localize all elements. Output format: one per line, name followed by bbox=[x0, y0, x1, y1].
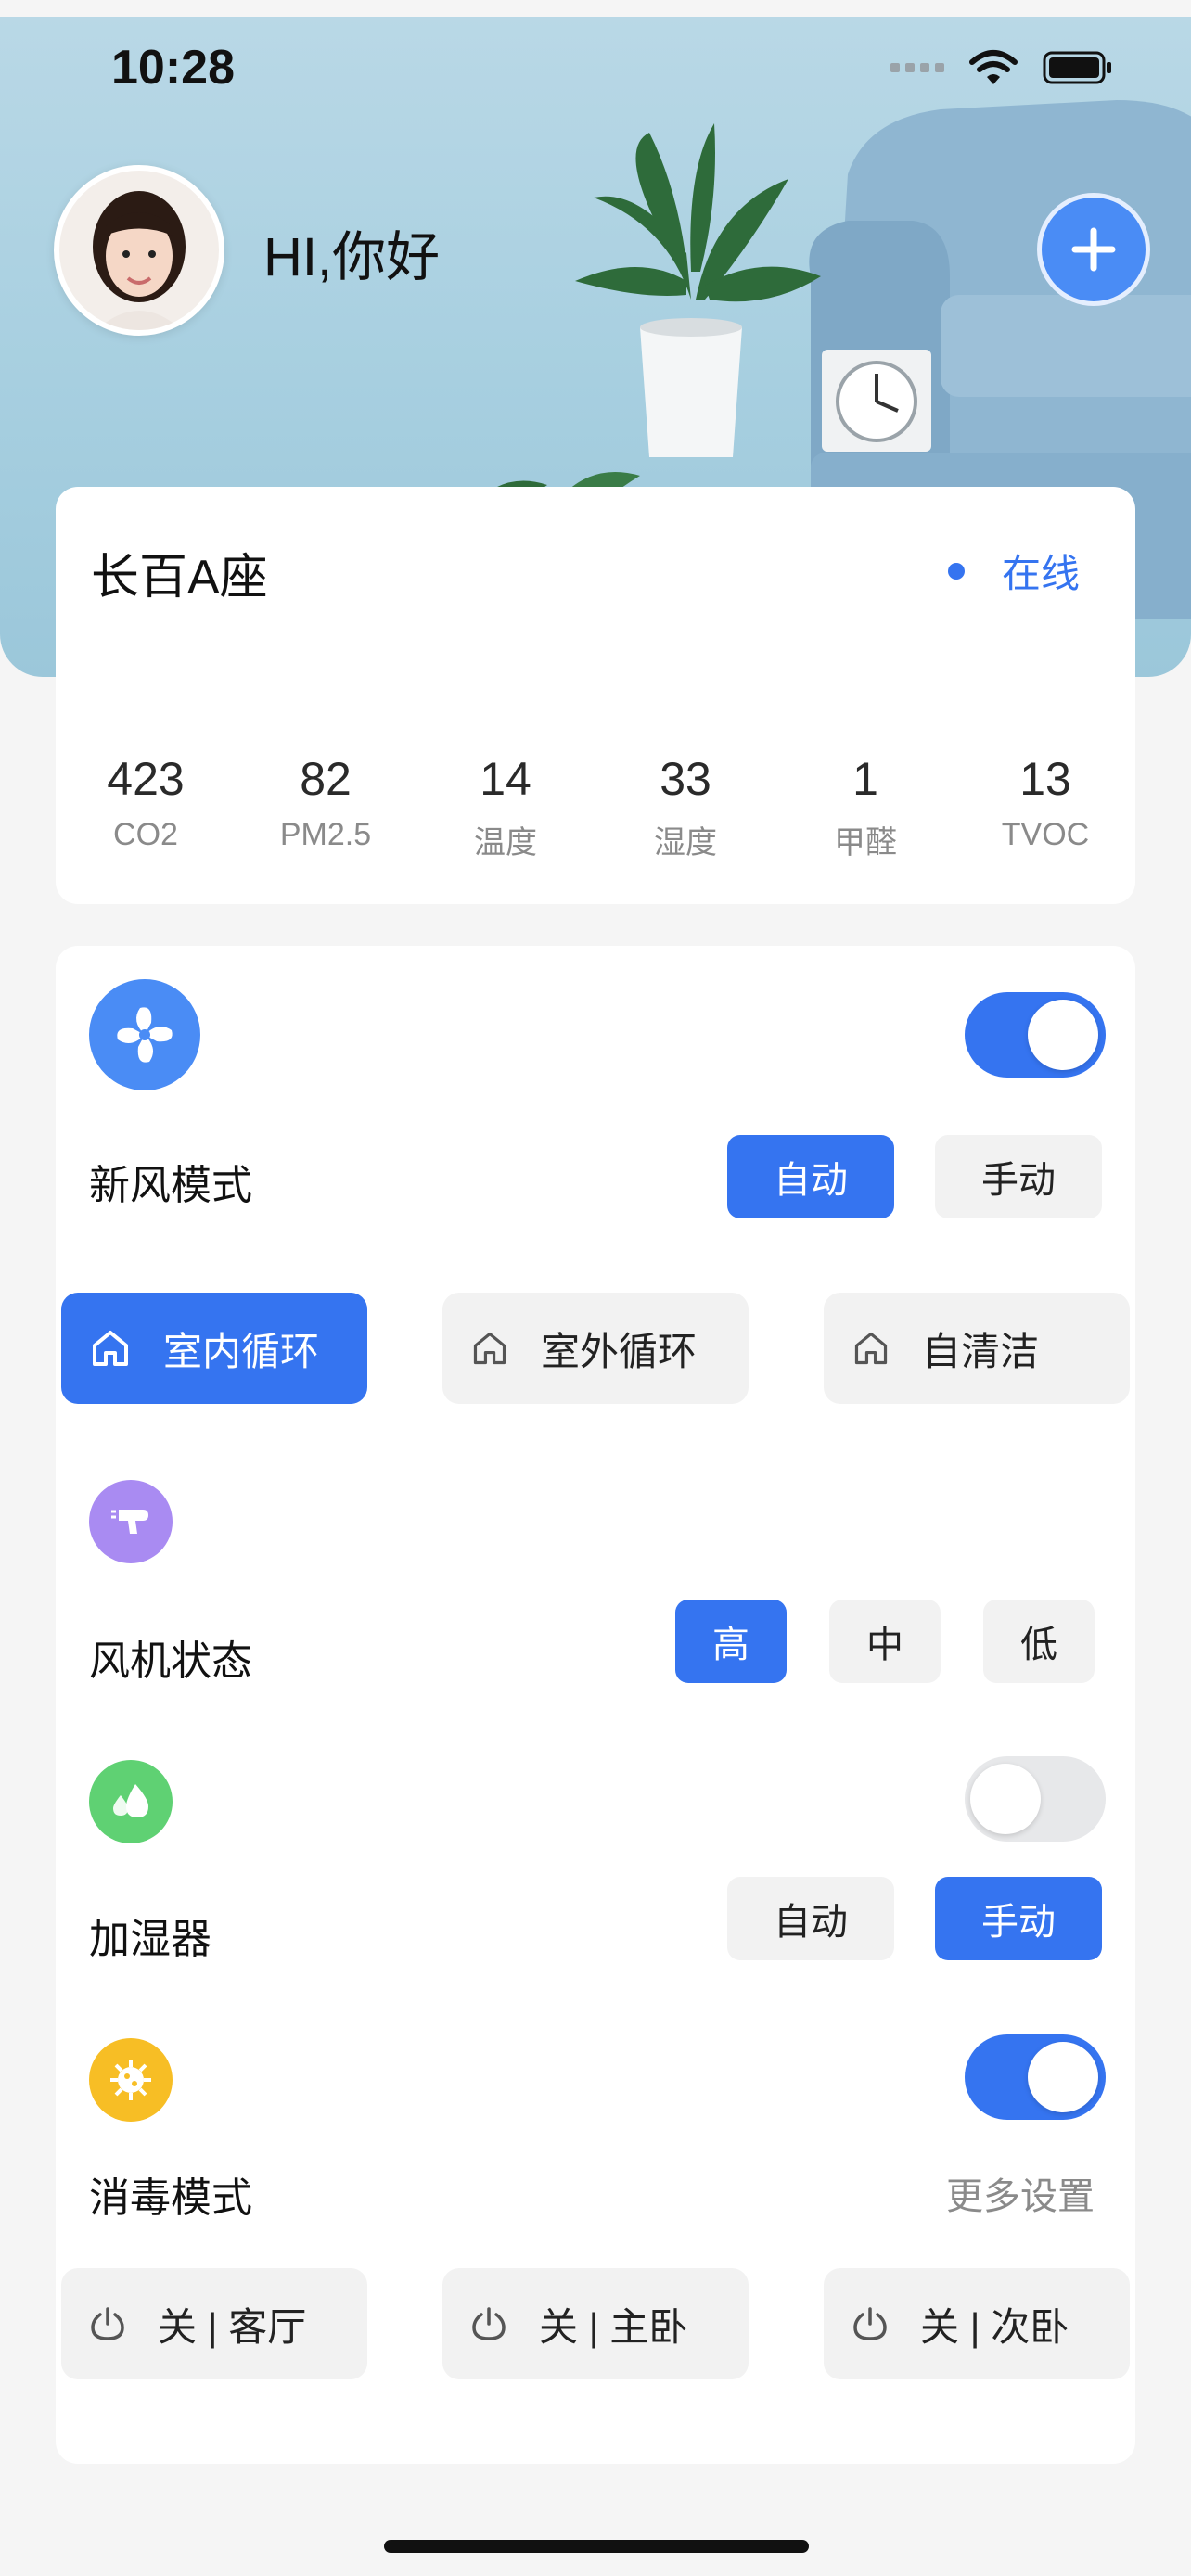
circulation-label: 自清洁 bbox=[922, 1329, 1040, 1373]
location-name[interactable]: 长百A座 bbox=[91, 538, 268, 607]
metric-temperature: 14 温度 bbox=[416, 756, 596, 862]
circulation-label: 室内循环 bbox=[163, 1329, 320, 1373]
metric-tvoc: 13 TVOC bbox=[955, 756, 1135, 862]
room-label: 关 | 次卧 bbox=[920, 2304, 1069, 2349]
fan-speed-high[interactable]: 高 bbox=[675, 1600, 787, 1683]
circulation-self-clean[interactable]: 自清洁 bbox=[824, 1293, 1130, 1404]
humidifier-mode-auto[interactable]: 自动 bbox=[727, 1877, 894, 1960]
clock-illustration bbox=[822, 350, 931, 452]
plus-icon bbox=[1071, 227, 1116, 272]
metric-label: 湿度 bbox=[654, 825, 717, 861]
humidifier-title: 加湿器 bbox=[89, 1917, 211, 1962]
home-icon bbox=[854, 1332, 888, 1365]
status-bar: 10:28 bbox=[0, 17, 1191, 119]
metric-label: 温度 bbox=[474, 825, 537, 861]
room-label: 关 | 主卧 bbox=[539, 2304, 688, 2349]
hair-dryer-icon bbox=[89, 1480, 173, 1563]
circulation-indoor[interactable]: 室内循环 bbox=[61, 1293, 367, 1404]
status-dot bbox=[947, 562, 965, 580]
metric-humidity: 33 湿度 bbox=[596, 756, 775, 862]
metrics-row: 423 CO2 82 PM2.5 14 温度 33 湿度 1 甲醛 13 TVO… bbox=[56, 756, 1135, 862]
metric-value: 423 bbox=[107, 753, 185, 805]
more-settings-link[interactable]: 更多设置 bbox=[946, 2166, 1095, 2220]
home-indicator[interactable] bbox=[384, 2540, 809, 2553]
online-status: 在线 bbox=[947, 542, 1080, 599]
wifi-icon bbox=[969, 50, 1018, 84]
metric-label: TVOC bbox=[1001, 817, 1090, 852]
circulation-outdoor[interactable]: 室外循环 bbox=[442, 1293, 749, 1404]
metric-label: PM2.5 bbox=[279, 817, 372, 852]
room-power-living-room[interactable]: 关 | 客厅 bbox=[61, 2268, 367, 2379]
fan-speed-low[interactable]: 低 bbox=[983, 1600, 1095, 1683]
greeting-text: HI,你好 bbox=[263, 227, 441, 287]
metric-value: 14 bbox=[480, 753, 531, 805]
metric-value: 13 bbox=[1019, 753, 1071, 805]
fresh-air-title: 新风模式 bbox=[89, 1163, 252, 1208]
power-icon bbox=[472, 2307, 506, 2340]
metric-label: 甲醛 bbox=[834, 825, 897, 861]
circulation-label: 室外循环 bbox=[541, 1329, 698, 1373]
humidifier-toggle[interactable] bbox=[965, 1756, 1106, 1842]
fan-speed-medium[interactable]: 中 bbox=[829, 1600, 941, 1683]
metric-co2: 423 CO2 bbox=[56, 756, 236, 862]
fresh-air-toggle[interactable] bbox=[965, 992, 1106, 1078]
disinfect-title: 消毒模式 bbox=[89, 2175, 252, 2221]
metric-value: 33 bbox=[660, 753, 711, 805]
humidifier-mode-manual[interactable]: 手动 bbox=[935, 1877, 1102, 1960]
status-time: 10:28 bbox=[111, 41, 235, 95]
control-card: 新风模式 自动 手动 室内循环 室外循环 自清洁 风机状态 高 中 低 加湿器 … bbox=[56, 946, 1135, 2464]
room-power-master-bedroom[interactable]: 关 | 主卧 bbox=[442, 2268, 749, 2379]
plant-illustration bbox=[575, 123, 821, 457]
room-power-second-bedroom[interactable]: 关 | 次卧 bbox=[824, 2268, 1130, 2379]
battery-icon bbox=[1043, 51, 1111, 84]
power-icon bbox=[853, 2307, 887, 2340]
environment-card: 长百A座 在线 423 CO2 82 PM2.5 14 温度 33 湿度 1 甲… bbox=[56, 487, 1135, 904]
home-icon bbox=[473, 1332, 506, 1365]
add-button[interactable] bbox=[1037, 193, 1150, 306]
home-icon bbox=[93, 1331, 128, 1366]
room-label: 关 | 客厅 bbox=[158, 2304, 307, 2349]
fresh-air-mode-auto[interactable]: 自动 bbox=[727, 1135, 894, 1218]
signal-icon bbox=[890, 63, 944, 72]
avatar[interactable] bbox=[54, 165, 224, 336]
virus-icon bbox=[89, 2038, 173, 2122]
metric-pm25: 82 PM2.5 bbox=[236, 756, 416, 862]
fan-title: 风机状态 bbox=[89, 1639, 252, 1684]
metric-formaldehyde: 1 甲醛 bbox=[775, 756, 955, 862]
water-drop-icon bbox=[89, 1760, 173, 1843]
disinfect-toggle[interactable] bbox=[965, 2034, 1106, 2120]
metric-value: 82 bbox=[300, 753, 352, 805]
metric-label: CO2 bbox=[113, 817, 178, 852]
power-icon bbox=[91, 2307, 124, 2340]
status-label: 在线 bbox=[1001, 552, 1080, 595]
metric-value: 1 bbox=[852, 753, 878, 805]
fresh-air-mode-manual[interactable]: 手动 bbox=[935, 1135, 1102, 1218]
fan-blade-icon bbox=[89, 979, 200, 1090]
